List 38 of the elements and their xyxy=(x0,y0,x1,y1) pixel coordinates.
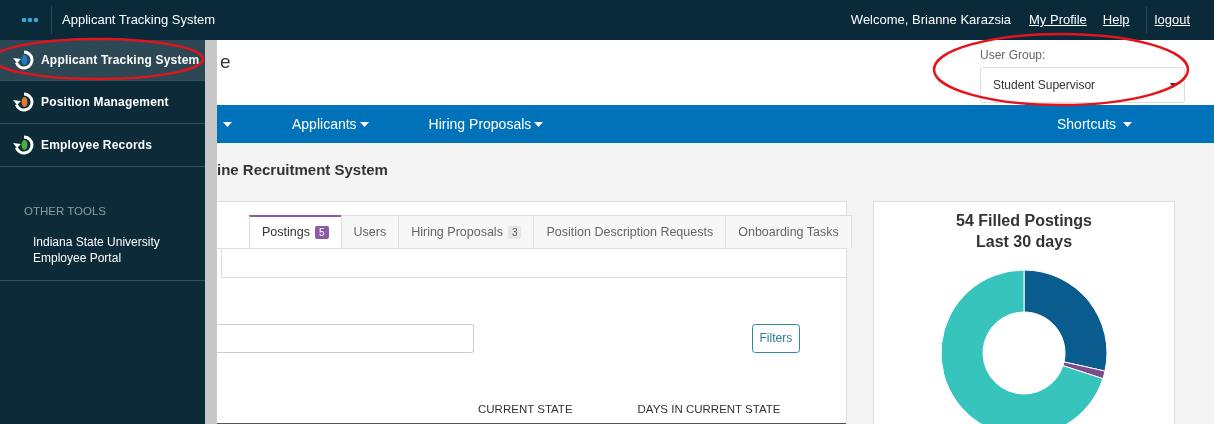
cycle-icon xyxy=(12,91,36,113)
filters-button[interactable]: Filters xyxy=(752,323,800,353)
field-label: User Group: xyxy=(980,47,1047,64)
tab[interactable]: Position Description Requests xyxy=(533,215,727,248)
sidebar-item[interactable]: Applicant Tracking System xyxy=(0,40,205,81)
welcome-text: Welcome, Brianne Karazsia xyxy=(850,11,1012,30)
tab[interactable]: Postings 5 xyxy=(249,215,342,248)
tab[interactable]: Onboarding Tasks xyxy=(725,215,852,248)
count-badge: 5 xyxy=(314,226,329,239)
cycle-icon xyxy=(12,49,36,71)
section-heading: OTHER TOOLS xyxy=(23,204,107,219)
caret-icon xyxy=(359,122,369,128)
tab[interactable]: Users xyxy=(340,215,400,248)
header-link[interactable]: logout xyxy=(1154,10,1190,30)
page-title: ine Recruitment System xyxy=(217,160,389,180)
tab[interactable]: Hiring Proposals 3 xyxy=(398,215,535,248)
dropdown-caret-icon xyxy=(1170,82,1176,88)
column-header: CURRENT STATE xyxy=(478,401,573,417)
nav-menu[interactable]: Applicants xyxy=(292,113,369,135)
header-link[interactable]: My Profile xyxy=(1029,10,1087,30)
more-icon[interactable] xyxy=(21,17,39,23)
scrollbar[interactable] xyxy=(205,40,217,424)
chart-title: Last 30 days xyxy=(974,232,1074,252)
chart-title: 54 Filled Postings xyxy=(955,211,1093,231)
sidebar-link[interactable]: Indiana State University Employee Portal xyxy=(0,234,205,281)
app-title: Applicant Tracking System xyxy=(62,11,216,30)
caret-icon xyxy=(534,122,544,128)
page-heading: e xyxy=(219,50,231,74)
search-field[interactable] xyxy=(217,323,474,353)
caret-icon xyxy=(1123,122,1132,128)
count-badge: 3 xyxy=(507,225,522,239)
cycle-icon xyxy=(12,134,36,156)
column-header: DAYS IN CURRENT STATE xyxy=(637,401,781,417)
header-link[interactable]: Help xyxy=(1102,10,1130,30)
user-group-select[interactable]: Student Supervisor xyxy=(980,67,1185,103)
nav-menu[interactable]: Hiring Proposals xyxy=(428,113,544,135)
nav-menu[interactable]: Shortcuts xyxy=(1056,113,1132,135)
caret-icon xyxy=(223,122,232,128)
